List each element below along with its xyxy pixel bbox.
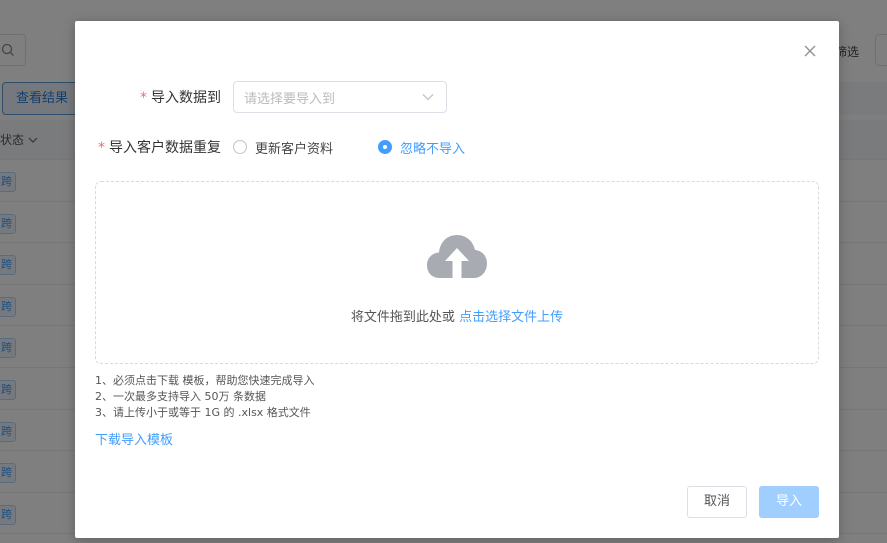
close-icon[interactable]	[802, 43, 818, 59]
cancel-button[interactable]: 取消	[687, 486, 747, 518]
duplicate-handling-label-text: 导入客户数据重复	[109, 140, 221, 156]
radio-ignore[interactable]: 忽略不导入	[378, 138, 465, 157]
import-target-label: * 导入数据到	[75, 87, 233, 107]
radio-label: 忽略不导入	[400, 141, 466, 157]
select-file-link[interactable]: 点击选择文件上传	[459, 310, 563, 325]
required-mark: *	[140, 90, 147, 106]
import-tips: 1、必须点击下载 模板，帮助您快速完成导入 2、一次最多支持导入 50万 条数据…	[95, 373, 315, 421]
import-target-select[interactable]: 请选择要导入到	[233, 81, 447, 113]
duplicate-handling-label: * 导入客户数据重复	[75, 137, 233, 157]
import-target-placeholder: 请选择要导入到	[244, 91, 336, 107]
file-upload-dropzone[interactable]: 将文件拖到此处或 点击选择文件上传	[95, 181, 819, 364]
radio-label: 更新客户资料	[255, 141, 334, 157]
import-dialog: * 导入数据到 请选择要导入到 * 导入客户数据重复 更新客户资料 忽略不导入 将文…	[75, 21, 839, 538]
upload-hint-text: 将文件拖到此处或	[350, 310, 460, 325]
chevron-down-icon	[422, 94, 434, 101]
tip-line: 3、请上传小于或等于 1G 的 .xlsx 格式文件	[95, 406, 311, 419]
radio-circle-checked	[378, 140, 393, 154]
tip-line: 1、必须点击下载 模板，帮助您快速完成导入	[95, 374, 315, 387]
import-button[interactable]: 导入	[759, 486, 819, 518]
tip-line: 2、一次最多支持导入 50万 条数据	[95, 390, 266, 403]
import-target-row: * 导入数据到 请选择要导入到	[75, 81, 447, 113]
radio-circle	[233, 140, 247, 154]
import-target-label-text: 导入数据到	[151, 90, 221, 106]
download-template-link[interactable]: 下载导入模板	[95, 429, 173, 448]
duplicate-handling-row: * 导入客户数据重复 更新客户资料 忽略不导入	[75, 131, 485, 163]
radio-update-customer[interactable]: 更新客户资料	[233, 138, 333, 157]
upload-hint: 将文件拖到此处或 点击选择文件上传	[96, 306, 818, 325]
cloud-upload-icon	[427, 235, 487, 278]
required-mark: *	[98, 140, 105, 156]
